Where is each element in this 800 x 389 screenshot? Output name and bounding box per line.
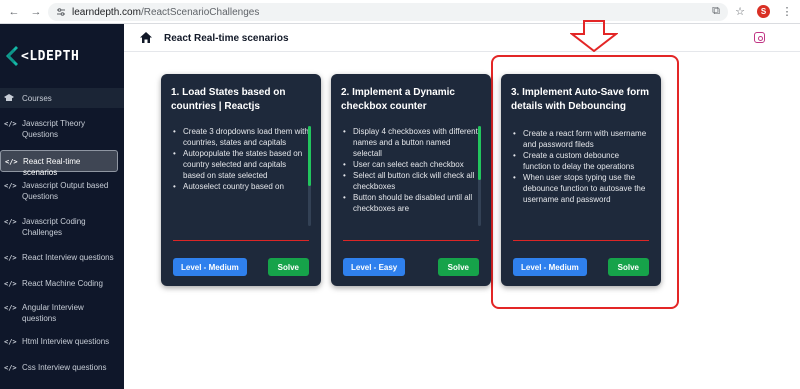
code-icon: </> (4, 304, 17, 312)
card-title: 1. Load States based on countries | Reac… (171, 87, 286, 112)
profile-avatar[interactable]: S (757, 4, 770, 18)
site-logo[interactable]: <LDEPTH (4, 46, 79, 66)
sidebar-item-courses[interactable]: Courses (0, 88, 124, 108)
level-button[interactable]: Level - Easy (343, 258, 406, 276)
logo-text: <LDEPTH (21, 48, 80, 64)
sidebar: <LDEPTH Courses </> Javascript Theory Qu… (0, 24, 124, 389)
back-icon[interactable]: ← (6, 4, 22, 20)
list-item: Autoselect country based on (171, 181, 309, 192)
level-button[interactable]: Level - Medium (513, 258, 587, 276)
code-icon: </> (4, 182, 17, 190)
url-domain: learndepth.com (72, 6, 141, 18)
sidebar-item-label: Javascript Theory Questions (22, 119, 85, 139)
sidebar-item-react-interview[interactable]: </> React Interview questions (0, 252, 124, 268)
card-divider (343, 240, 479, 241)
card-scrollbar[interactable] (478, 126, 481, 226)
code-icon: </> (5, 158, 18, 166)
cast-icon[interactable]: ⧉ (709, 4, 723, 18)
code-icon: </> (4, 280, 17, 288)
card-scrollbar[interactable] (308, 126, 311, 226)
sidebar-item-label: React Real-time scenarios (23, 157, 81, 177)
sidebar-item-label: Courses (22, 94, 52, 103)
card-points: Display 4 checkboxes with different name… (341, 126, 479, 230)
card-title: 3. Implement Auto-Save form details with… (511, 87, 649, 112)
code-icon: </> (4, 338, 17, 346)
sidebar-item-label: Css Interview questions (22, 363, 107, 372)
page-header: React Real-time scenarios (124, 24, 800, 52)
sidebar-item-javascript-output[interactable]: </> Javascript Output based Questions (0, 180, 124, 206)
sidebar-item-react-machine-coding[interactable]: </> React Machine Coding (0, 278, 124, 294)
code-icon: </> (4, 120, 17, 128)
sidebar-item-label: Javascript Coding Challenges (22, 217, 86, 237)
forward-icon[interactable]: → (28, 4, 44, 20)
solve-button[interactable]: Solve (607, 258, 649, 276)
sidebar-item-label: React Machine Coding (22, 279, 103, 288)
list-item: Create 3 dropdowns load them with countr… (171, 126, 309, 148)
card-divider (513, 240, 649, 241)
scenario-card: 3. Implement Auto-Save form details with… (501, 74, 661, 286)
sidebar-item-html-interview[interactable]: </> Html Interview questions (0, 336, 124, 352)
sidebar-nav: Courses </> Javascript Theory Questions … (0, 88, 124, 378)
logo-chevron-icon (6, 46, 18, 66)
sidebar-item-react-realtime[interactable]: </> React Real-time scenarios (0, 150, 118, 177)
code-icon: </> (4, 218, 17, 226)
solve-button[interactable]: Solve (437, 258, 479, 276)
list-item: Button should be disabled until all chec… (341, 192, 479, 214)
card-points: Create a react form with username and pa… (511, 128, 649, 238)
scenario-card: 1. Load States based on countries | Reac… (161, 74, 321, 286)
list-item: Autopopulate the states based on country… (171, 148, 309, 181)
instagram-icon[interactable] (754, 32, 765, 43)
sidebar-item-javascript-coding[interactable]: </> Javascript Coding Challenges (0, 216, 124, 242)
url-text: learndepth.com/ReactScenarioChallenges (72, 7, 259, 18)
list-item: Display 4 checkboxes with different name… (341, 126, 479, 159)
sidebar-item-label: React Interview questions (22, 253, 114, 262)
address-bar[interactable]: learndepth.com/ReactScenarioChallenges (48, 3, 728, 21)
menu-kebab-icon[interactable]: ⋮ (780, 4, 794, 18)
browser-toolbar: ← → ↻ learndepth.com/ReactScenarioChalle… (0, 0, 800, 24)
page-title: React Real-time scenarios (164, 33, 289, 44)
sidebar-item-label: Angular Interview questions (22, 303, 84, 323)
level-button[interactable]: Level - Medium (173, 258, 247, 276)
site-settings-icon[interactable] (56, 7, 66, 17)
mortarboard-icon (4, 94, 16, 106)
sidebar-item-label: Javascript Output based Questions (22, 181, 109, 201)
code-icon: </> (4, 364, 17, 372)
card-divider (173, 240, 309, 241)
sidebar-item-angular-interview[interactable]: </> Angular Interview questions (0, 302, 124, 328)
list-item: User can select each checkbox (341, 159, 479, 170)
annotation-down-arrow-icon (570, 20, 618, 52)
card-points: Create 3 dropdowns load them with countr… (171, 126, 309, 230)
list-item: Create a react form with username and pa… (511, 128, 649, 150)
bookmark-star-icon[interactable]: ☆ (733, 4, 747, 18)
code-icon: </> (4, 254, 17, 262)
sidebar-item-label: Html Interview questions (22, 337, 110, 346)
sidebar-item-javascript-theory[interactable]: </> Javascript Theory Questions (0, 118, 124, 144)
scenario-card: 2. Implement a Dynamic checkbox counter … (331, 74, 491, 286)
solve-button[interactable]: Solve (267, 258, 309, 276)
card-title: 2. Implement a Dynamic checkbox counter (341, 87, 455, 112)
list-item: Select all button click will check all c… (341, 170, 479, 192)
url-path: /ReactScenarioChallenges (140, 6, 260, 18)
list-item: When user stops typing use the debounce … (511, 172, 649, 205)
home-icon[interactable] (140, 32, 152, 43)
list-item: Create a custom debounce function to del… (511, 150, 649, 172)
sidebar-item-css-interview[interactable]: </> Css Interview questions (0, 362, 124, 378)
